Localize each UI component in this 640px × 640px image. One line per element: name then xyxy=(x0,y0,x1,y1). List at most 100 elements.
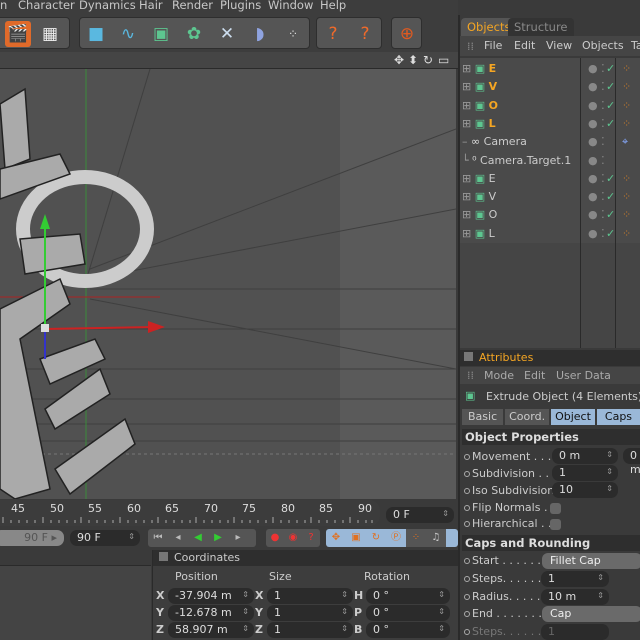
expand-icon[interactable]: ⊞ xyxy=(462,190,471,203)
preview-range-slider[interactable]: 90 F ▸ xyxy=(0,530,64,546)
object-row[interactable]: ⊞ ▣ L ● ⁚ ✓ ⁘ xyxy=(462,225,640,243)
target-tag-icon[interactable]: ⌖ xyxy=(622,135,628,148)
end-frame-field[interactable]: 90 F ⇕ xyxy=(70,530,140,546)
phong-tag-icon[interactable]: ⁘ xyxy=(622,117,631,130)
expand-icon[interactable]: ⊞ xyxy=(462,208,471,221)
position-field[interactable]: -12.678 m ⇕ xyxy=(168,605,254,621)
position-field[interactable]: 58.907 m ⇕ xyxy=(168,622,254,638)
play-forward-icon[interactable]: ▶ xyxy=(208,529,228,547)
menu-tags[interactable]: Ta xyxy=(631,39,640,52)
autokey-icon[interactable]: ◉ xyxy=(284,529,302,547)
tab-caps[interactable]: Caps xyxy=(596,409,640,425)
deformer-icon[interactable]: ◗ xyxy=(247,21,273,47)
start-dropdown[interactable]: Fillet Cap xyxy=(542,553,640,569)
menu-item[interactable]: n xyxy=(0,0,7,12)
menu-mode[interactable]: Mode xyxy=(484,369,514,382)
enabled-check-icon[interactable]: ✓ xyxy=(606,206,615,224)
object-row[interactable]: ⊞ ▣ O ● ⁚ ✓ ⁘ xyxy=(462,97,640,115)
record-key-icon[interactable]: ● xyxy=(266,529,284,547)
visibility-dots[interactable]: ● ⁚ xyxy=(588,170,605,188)
current-frame-field[interactable]: 0 F ⇕ xyxy=(386,507,454,523)
steps-2-field[interactable]: 1 xyxy=(541,624,609,640)
menu-window[interactable]: Window xyxy=(268,0,313,12)
array-icon[interactable]: ✿ xyxy=(181,21,207,47)
menu-plugins[interactable]: Plugins xyxy=(220,0,261,12)
cube-primitive-icon[interactable]: ■ xyxy=(83,21,109,47)
spinner-icon[interactable]: ⇕ xyxy=(242,588,249,602)
tab-object[interactable]: Object xyxy=(551,409,595,425)
rotation-field[interactable]: 0 ° ⇕ xyxy=(366,605,450,621)
3d-viewport[interactable] xyxy=(0,69,456,499)
phong-tag-icon[interactable]: ⁘ xyxy=(622,80,631,93)
object-row[interactable]: └ ⁰ Camera.Target.1 ● ⁚ xyxy=(462,152,640,170)
timeline-ruler[interactable]: 45 50 55 60 65 70 75 80 85 90 xyxy=(0,500,380,526)
next-key-icon[interactable]: ▸ xyxy=(228,529,248,547)
end-dropdown[interactable]: Cap xyxy=(542,606,640,622)
spinner-icon[interactable]: ⇕ xyxy=(242,605,249,619)
object-row[interactable]: ⊞ ▣ L ● ⁚ ✓ ⁘ xyxy=(462,115,640,133)
menu-dynamics[interactable]: Dynamics xyxy=(79,0,136,12)
tab-structure[interactable]: Structure xyxy=(508,18,574,36)
object-row[interactable]: ⊞ ▣ O ● ⁚ ✓ ⁘ xyxy=(462,206,640,224)
phong-tag-icon[interactable]: ⁘ xyxy=(622,172,631,185)
steps-field[interactable]: 1 ⇕ xyxy=(541,571,609,587)
hierarchical-checkbox[interactable] xyxy=(550,519,561,530)
expand-icon[interactable]: ⊞ xyxy=(462,227,471,240)
phong-tag-icon[interactable]: ⁘ xyxy=(622,99,631,112)
object-row[interactable]: ⊞ ▣ E ● ⁚ ✓ ⁘ xyxy=(462,170,640,188)
scene-icon[interactable]: ✕ xyxy=(214,21,240,47)
spinner-icon[interactable]: ⇕ xyxy=(597,589,604,603)
enabled-check-icon[interactable]: ✓ xyxy=(606,188,615,206)
iso-subdivision-field[interactable]: 10 ⇕ xyxy=(552,482,618,498)
object-row[interactable]: ⊞ ▣ E ● ⁚ ✓ ⁘ xyxy=(462,60,640,78)
size-field[interactable]: 1 ⇕ xyxy=(267,605,353,621)
prev-key-icon[interactable]: ◂ xyxy=(168,529,188,547)
size-field[interactable]: 1 ⇕ xyxy=(267,622,353,638)
render-settings-icon[interactable]: ▦ xyxy=(37,21,63,47)
rotation-field[interactable]: 0 ° ⇕ xyxy=(366,622,450,638)
flip-normals-checkbox[interactable] xyxy=(550,503,561,514)
spinner-icon[interactable]: ⇕ xyxy=(442,507,449,521)
menu-character[interactable]: Character xyxy=(18,0,75,12)
enabled-check-icon[interactable]: ✓ xyxy=(606,115,615,133)
expand-icon[interactable]: ⊞ xyxy=(462,80,471,93)
help-table-icon[interactable]: ? xyxy=(352,21,378,47)
enabled-check-icon[interactable]: ✓ xyxy=(606,225,615,243)
help-cursor-icon[interactable]: ? xyxy=(320,21,346,47)
nurbs-icon[interactable]: ▣ xyxy=(148,21,174,47)
maximize-view-icon[interactable]: ▭ xyxy=(438,53,449,67)
position-field[interactable]: -37.904 m ⇕ xyxy=(168,588,254,604)
visibility-dots[interactable]: ● ⁚ xyxy=(588,97,605,115)
spinner-icon[interactable]: ⇕ xyxy=(341,588,348,602)
phong-tag-icon[interactable]: ⁘ xyxy=(622,190,631,203)
enabled-check-icon[interactable]: ✓ xyxy=(606,170,615,188)
spinner-icon[interactable]: ⇕ xyxy=(438,588,445,602)
visibility-dots[interactable]: ● ⁚ xyxy=(588,60,605,78)
particles-icon[interactable]: ⁘ xyxy=(280,21,306,47)
enabled-check-icon[interactable]: ✓ xyxy=(606,60,615,78)
menu-objects[interactable]: Objects xyxy=(582,39,624,52)
rotate-key-icon[interactable]: ↻ xyxy=(366,529,386,547)
menu-render[interactable]: Render xyxy=(172,0,213,12)
visibility-dots[interactable]: ● ⁚ xyxy=(588,206,605,224)
tab-basic[interactable]: Basic xyxy=(462,409,504,425)
param-key-icon[interactable]: Ⓟ xyxy=(386,529,406,547)
radius-field[interactable]: 10 m ⇕ xyxy=(541,589,609,605)
visibility-dots[interactable]: ● ⁚ xyxy=(588,152,605,170)
object-row[interactable]: ⊞ ▣ V ● ⁚ ✓ ⁘ xyxy=(462,188,640,206)
movement-field-2[interactable]: 0 m xyxy=(623,448,640,476)
move-view-icon[interactable]: ✥ xyxy=(394,53,404,67)
size-field[interactable]: 1 ⇕ xyxy=(267,588,353,604)
menu-edit[interactable]: Edit xyxy=(514,39,535,52)
expand-icon[interactable]: ⊞ xyxy=(462,99,471,112)
menu-hair[interactable]: Hair xyxy=(139,0,163,12)
spinner-icon[interactable]: ⇕ xyxy=(341,622,348,636)
expand-icon[interactable]: ⊞ xyxy=(462,117,471,130)
visibility-dots[interactable]: ● ⁚ xyxy=(588,133,605,151)
phong-tag-icon[interactable]: ⁘ xyxy=(622,227,631,240)
subdivision-field[interactable]: 1 ⇕ xyxy=(552,465,618,481)
expand-icon[interactable]: ⊞ xyxy=(462,172,471,185)
pla-key-icon[interactable]: ⁘ xyxy=(406,529,426,547)
visibility-dots[interactable]: ● ⁚ xyxy=(588,78,605,96)
menu-file[interactable]: File xyxy=(484,39,502,52)
